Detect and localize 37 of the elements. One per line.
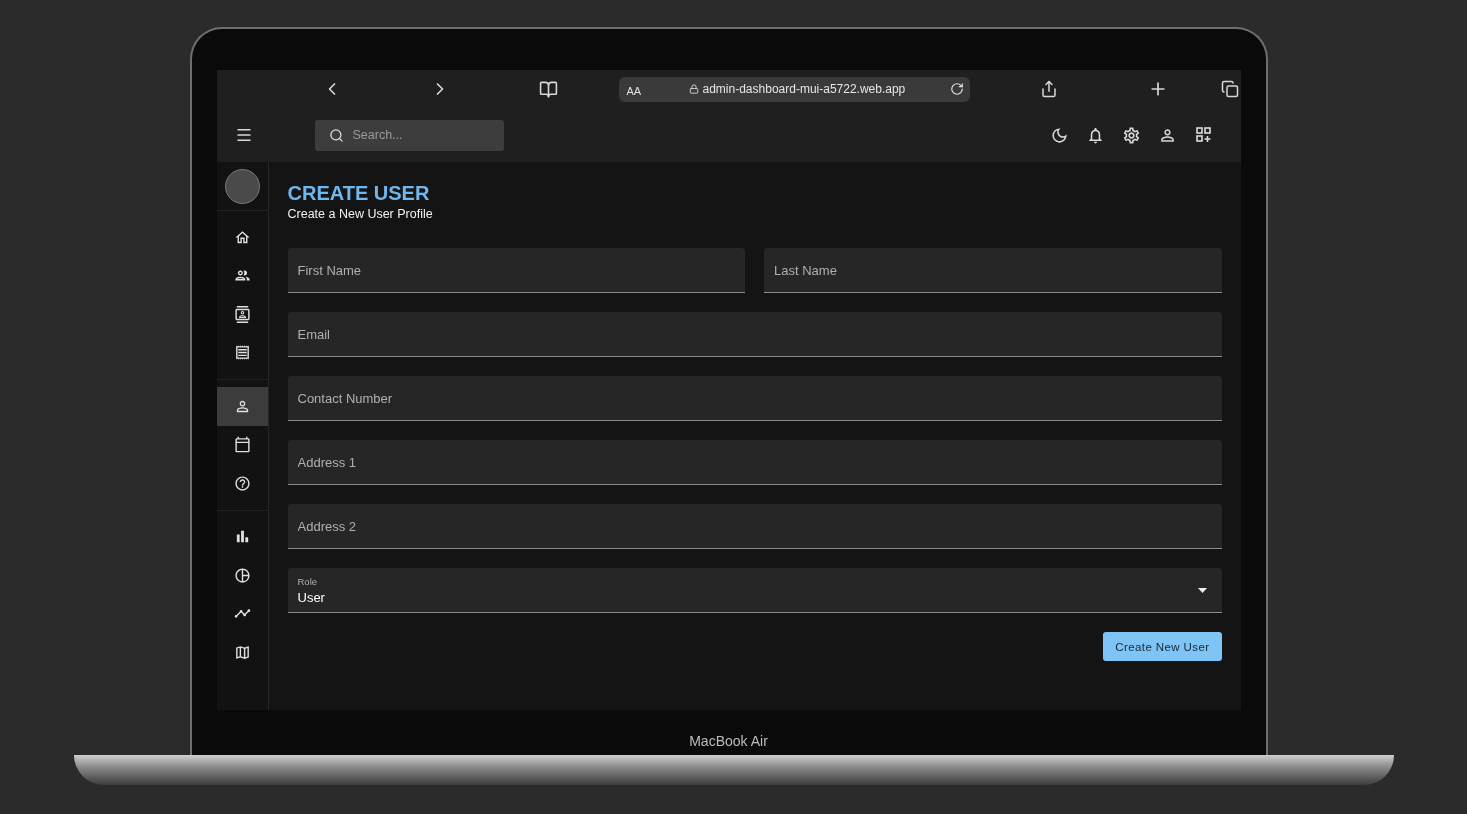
text-field[interactable]: Email xyxy=(287,312,1222,357)
lock-icon xyxy=(688,84,699,94)
text-field[interactable]: Address 1 xyxy=(287,440,1222,485)
pie-chart-icon xyxy=(233,566,251,584)
map-icon xyxy=(233,643,251,661)
contact-card-icon xyxy=(233,305,251,323)
reload-icon[interactable] xyxy=(949,82,964,96)
text-field[interactable]: Address 2 xyxy=(287,504,1222,549)
dropdown-caret-icon xyxy=(1197,587,1207,593)
search-icon xyxy=(328,127,344,143)
help-icon xyxy=(233,474,251,492)
device-label: MacBook Air xyxy=(689,733,768,749)
book-icon xyxy=(539,79,558,99)
text-field[interactable]: Last Name xyxy=(764,248,1222,293)
text-size-label: AA xyxy=(626,84,643,97)
role-select[interactable]: Role User xyxy=(287,568,1222,613)
receipt-icon xyxy=(233,344,251,362)
menu-icon xyxy=(234,126,253,144)
tabs-icon xyxy=(1220,80,1239,98)
page-subtitle: Create a New User Profile xyxy=(287,207,434,221)
search-field[interactable]: Search... xyxy=(314,119,504,151)
share-icon xyxy=(1039,80,1058,98)
page-title: CREATE USER xyxy=(287,182,431,205)
home-icon xyxy=(233,228,251,246)
avatar[interactable] xyxy=(224,168,260,204)
calendar-icon xyxy=(233,436,251,454)
field-label: Role xyxy=(297,575,319,587)
url-text: admin-dashboard-mui-a5722.web.app xyxy=(702,82,907,96)
field-value: User xyxy=(297,589,326,605)
grid-plus-icon xyxy=(1194,126,1213,144)
settings-icon xyxy=(1122,125,1141,145)
address-bar[interactable]: AA admin-dashboard-mui-a5722.web.app xyxy=(618,76,970,102)
text-field[interactable]: Contact Number xyxy=(287,376,1222,421)
bell-icon xyxy=(1086,125,1105,145)
create-user-button[interactable]: Create New User xyxy=(1103,632,1222,661)
moon-icon xyxy=(1050,125,1069,145)
text-field[interactable]: First Name xyxy=(287,248,745,293)
